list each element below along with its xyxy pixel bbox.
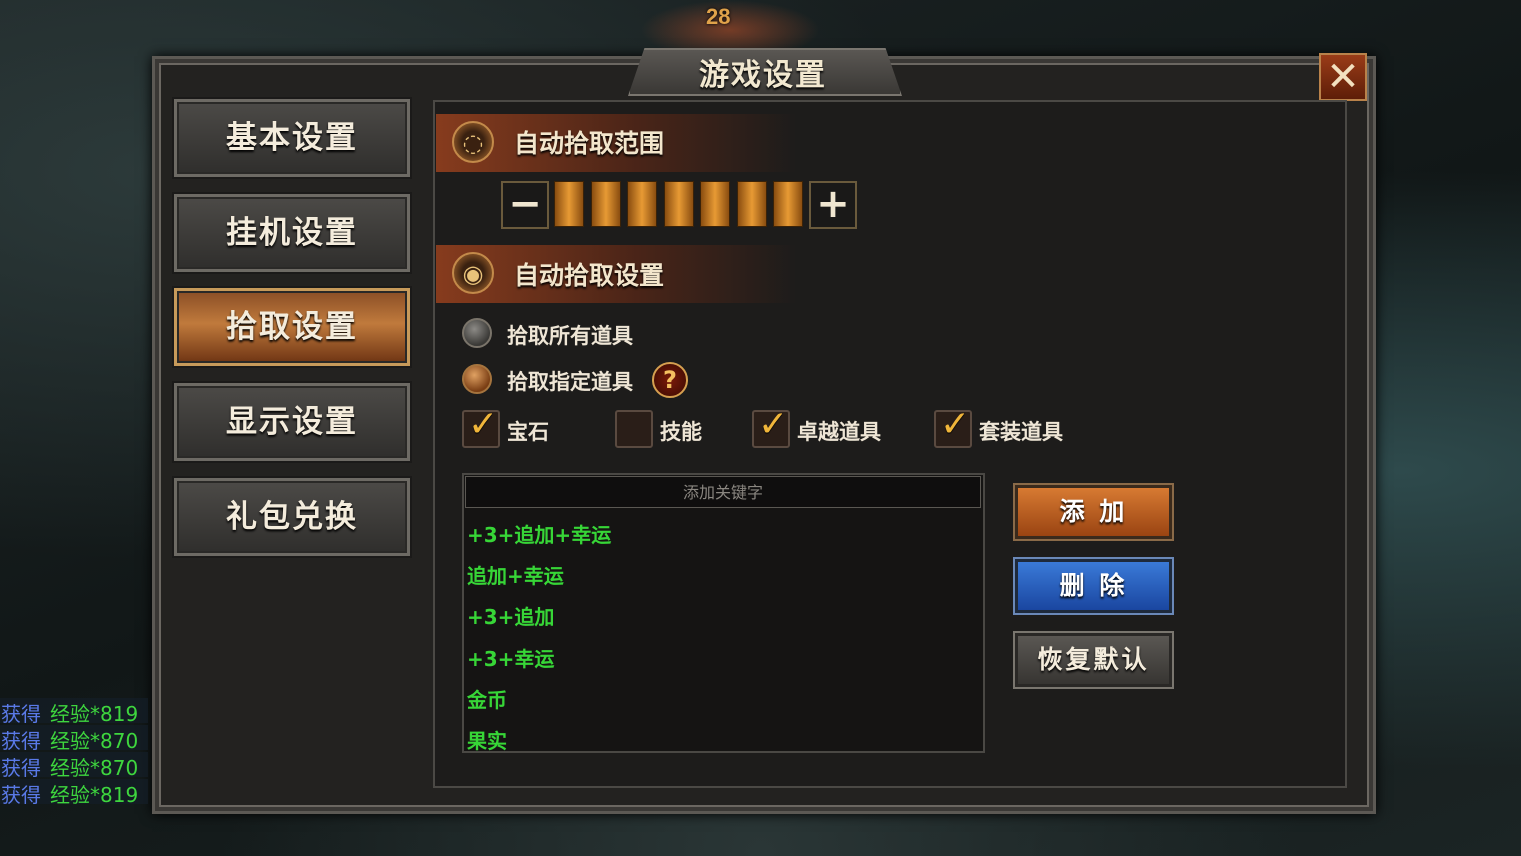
radio-pickup-specified-label: 拾取指定道具 <box>507 370 633 394</box>
menu-idle-settings[interactable]: 挂机设置 <box>174 194 410 272</box>
chat-line: 获得 经验*819 <box>0 779 148 807</box>
checkbox-gem-label: 宝石 <box>507 420 549 444</box>
checkbox-gem[interactable]: ✓ <box>462 404 500 448</box>
chat-text: 经验*870 <box>50 756 139 780</box>
checkbox-set-label: 套装道具 <box>979 420 1063 444</box>
chat-text: 经验*819 <box>50 702 139 726</box>
checkbox-skill-label: 技能 <box>660 420 702 444</box>
checkbox-excellent-label: 卓越道具 <box>797 420 881 444</box>
check-icon: ✓ <box>758 404 789 445</box>
help-icon[interactable]: ? <box>652 362 688 398</box>
chat-prefix: 获得 <box>1 756 41 780</box>
menu-basic-settings[interactable]: 基本设置 <box>174 99 410 177</box>
range-increase-button[interactable]: + <box>809 181 857 229</box>
pickup-range-title: 自动拾取范围 <box>514 129 665 158</box>
check-icon: ✓ <box>940 404 971 445</box>
chat-prefix: 获得 <box>1 783 41 807</box>
range-segment <box>773 181 803 227</box>
delete-button[interactable]: 删 除 <box>1015 559 1172 613</box>
keyword-item[interactable]: 金币 <box>467 684 507 713</box>
chat-text: 经验*870 <box>50 729 139 753</box>
keyword-input[interactable] <box>465 476 981 508</box>
radio-pickup-specified[interactable] <box>462 364 492 394</box>
checkbox-set[interactable]: ✓ <box>934 404 972 448</box>
chat-line: 获得 经验*870 <box>0 725 148 753</box>
reset-default-button[interactable]: 恢复默认 <box>1015 633 1172 687</box>
radio-pickup-all-label: 拾取所有道具 <box>507 324 633 348</box>
background-level-number: 28 <box>706 4 731 29</box>
radio-pickup-all[interactable] <box>462 318 492 348</box>
menu-pickup-settings[interactable]: 拾取设置 <box>174 288 410 366</box>
chat-prefix: 获得 <box>1 702 41 726</box>
range-segment <box>736 181 767 227</box>
chat-line: 获得 经验*819 <box>0 698 148 726</box>
range-decrease-button[interactable]: − <box>501 181 549 229</box>
menu-gift-redeem[interactable]: 礼包兑换 <box>174 478 410 556</box>
keyword-item[interactable]: +3+幸运 <box>467 643 554 672</box>
range-segment <box>627 181 657 227</box>
range-segment <box>554 181 584 227</box>
checkbox-excellent[interactable]: ✓ <box>752 404 790 448</box>
keyword-item[interactable]: +3+追加 <box>467 601 554 630</box>
range-segment <box>590 181 621 227</box>
add-button[interactable]: 添 加 <box>1015 485 1172 539</box>
keyword-item[interactable]: +3+追加+幸运 <box>467 519 611 548</box>
range-circle-icon: ◌ <box>452 121 494 163</box>
range-segment <box>663 181 694 227</box>
checkbox-skill[interactable] <box>615 410 653 448</box>
chat-prefix: 获得 <box>1 729 41 753</box>
check-icon: ✓ <box>468 404 499 445</box>
window-title: 游戏设置 <box>699 58 827 93</box>
chat-line: 获得 经验*870 <box>0 752 148 780</box>
chat-text: 经验*819 <box>50 783 139 807</box>
pickup-settings-title: 自动拾取设置 <box>514 261 665 290</box>
keyword-item[interactable]: 果实 <box>467 725 507 754</box>
range-segment <box>700 181 730 227</box>
close-button[interactable]: ✕ <box>1319 53 1367 101</box>
keyword-item[interactable]: 追加+幸运 <box>467 560 564 589</box>
target-circle-icon: ◉ <box>452 252 494 294</box>
menu-display-settings[interactable]: 显示设置 <box>174 383 410 461</box>
